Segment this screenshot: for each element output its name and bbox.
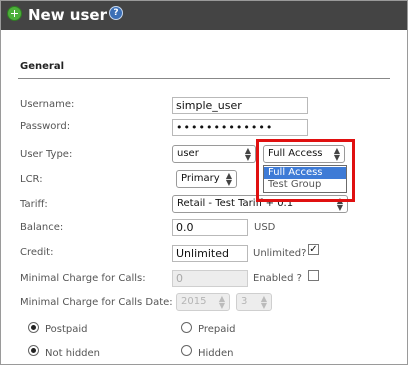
hidden-label: Hidden [198, 348, 234, 359]
balance-label: Balance: [20, 222, 64, 233]
year-value: 2015 [181, 296, 207, 307]
min-charge-date-label: Minimal Charge for Calls Date: [20, 297, 173, 308]
balance-unit: USD [254, 222, 276, 233]
tariff-label: Tariff: [20, 199, 48, 210]
credit-label: Credit: [20, 247, 54, 258]
not-hidden-label: Not hidden [45, 348, 100, 359]
lcr-select[interactable]: Primary ▲ ▼ [176, 170, 237, 188]
username-input[interactable]: simple_user [172, 97, 308, 114]
access-option-test-group[interactable]: Test Group [264, 179, 346, 191]
unlimited-checkbox[interactable]: ✓ [308, 244, 319, 255]
enabled-checkbox[interactable] [308, 270, 319, 281]
month-select[interactable]: 3 ▲ ▼ [236, 293, 272, 311]
year-select[interactable]: 2015 ▲ ▼ [176, 293, 230, 311]
min-charge-input[interactable]: 0 [172, 270, 248, 287]
not-hidden-radio[interactable] [28, 345, 39, 356]
hidden-radio[interactable] [181, 345, 192, 356]
enabled-label: Enabled ? [253, 273, 302, 284]
prepaid-radio[interactable] [181, 322, 192, 333]
postpaid-radio[interactable] [28, 322, 39, 333]
section-divider [18, 78, 390, 79]
prepaid-label: Prepaid [198, 324, 236, 335]
lcr-value: Primary [181, 173, 220, 184]
credit-input[interactable]: Unlimited [172, 245, 248, 262]
lcr-label: LCR: [20, 174, 43, 185]
access-option-full[interactable]: Full Access [264, 167, 346, 179]
min-charge-label: Minimal Charge for Calls: [20, 273, 146, 284]
user-type-value: user [177, 148, 199, 159]
select-arrows-icon: ▲ ▼ [244, 146, 251, 162]
user-type-label: User Type: [20, 149, 73, 160]
select-arrows-icon: ▲ ▼ [260, 294, 267, 310]
access-dropdown-list: Full Access Test Group [263, 165, 347, 193]
section-title: General [20, 61, 64, 72]
postpaid-label: Postpaid [45, 324, 88, 335]
balance-input[interactable]: 0.0 [172, 219, 248, 236]
unlimited-label: Unlimited? [253, 248, 307, 259]
month-value: 3 [241, 296, 248, 307]
page-title: New user [28, 6, 107, 24]
select-arrows-icon: ▲ ▼ [225, 171, 232, 187]
password-label: Password: [20, 121, 71, 132]
help-icon[interactable]: ? [109, 6, 123, 20]
user-type-select[interactable]: user ▲ ▼ [172, 145, 256, 163]
password-input[interactable]: ••••••••••••• [172, 119, 308, 136]
select-arrows-icon: ▲ ▼ [218, 294, 225, 310]
username-label: Username: [20, 99, 75, 110]
plus-icon [7, 6, 22, 21]
